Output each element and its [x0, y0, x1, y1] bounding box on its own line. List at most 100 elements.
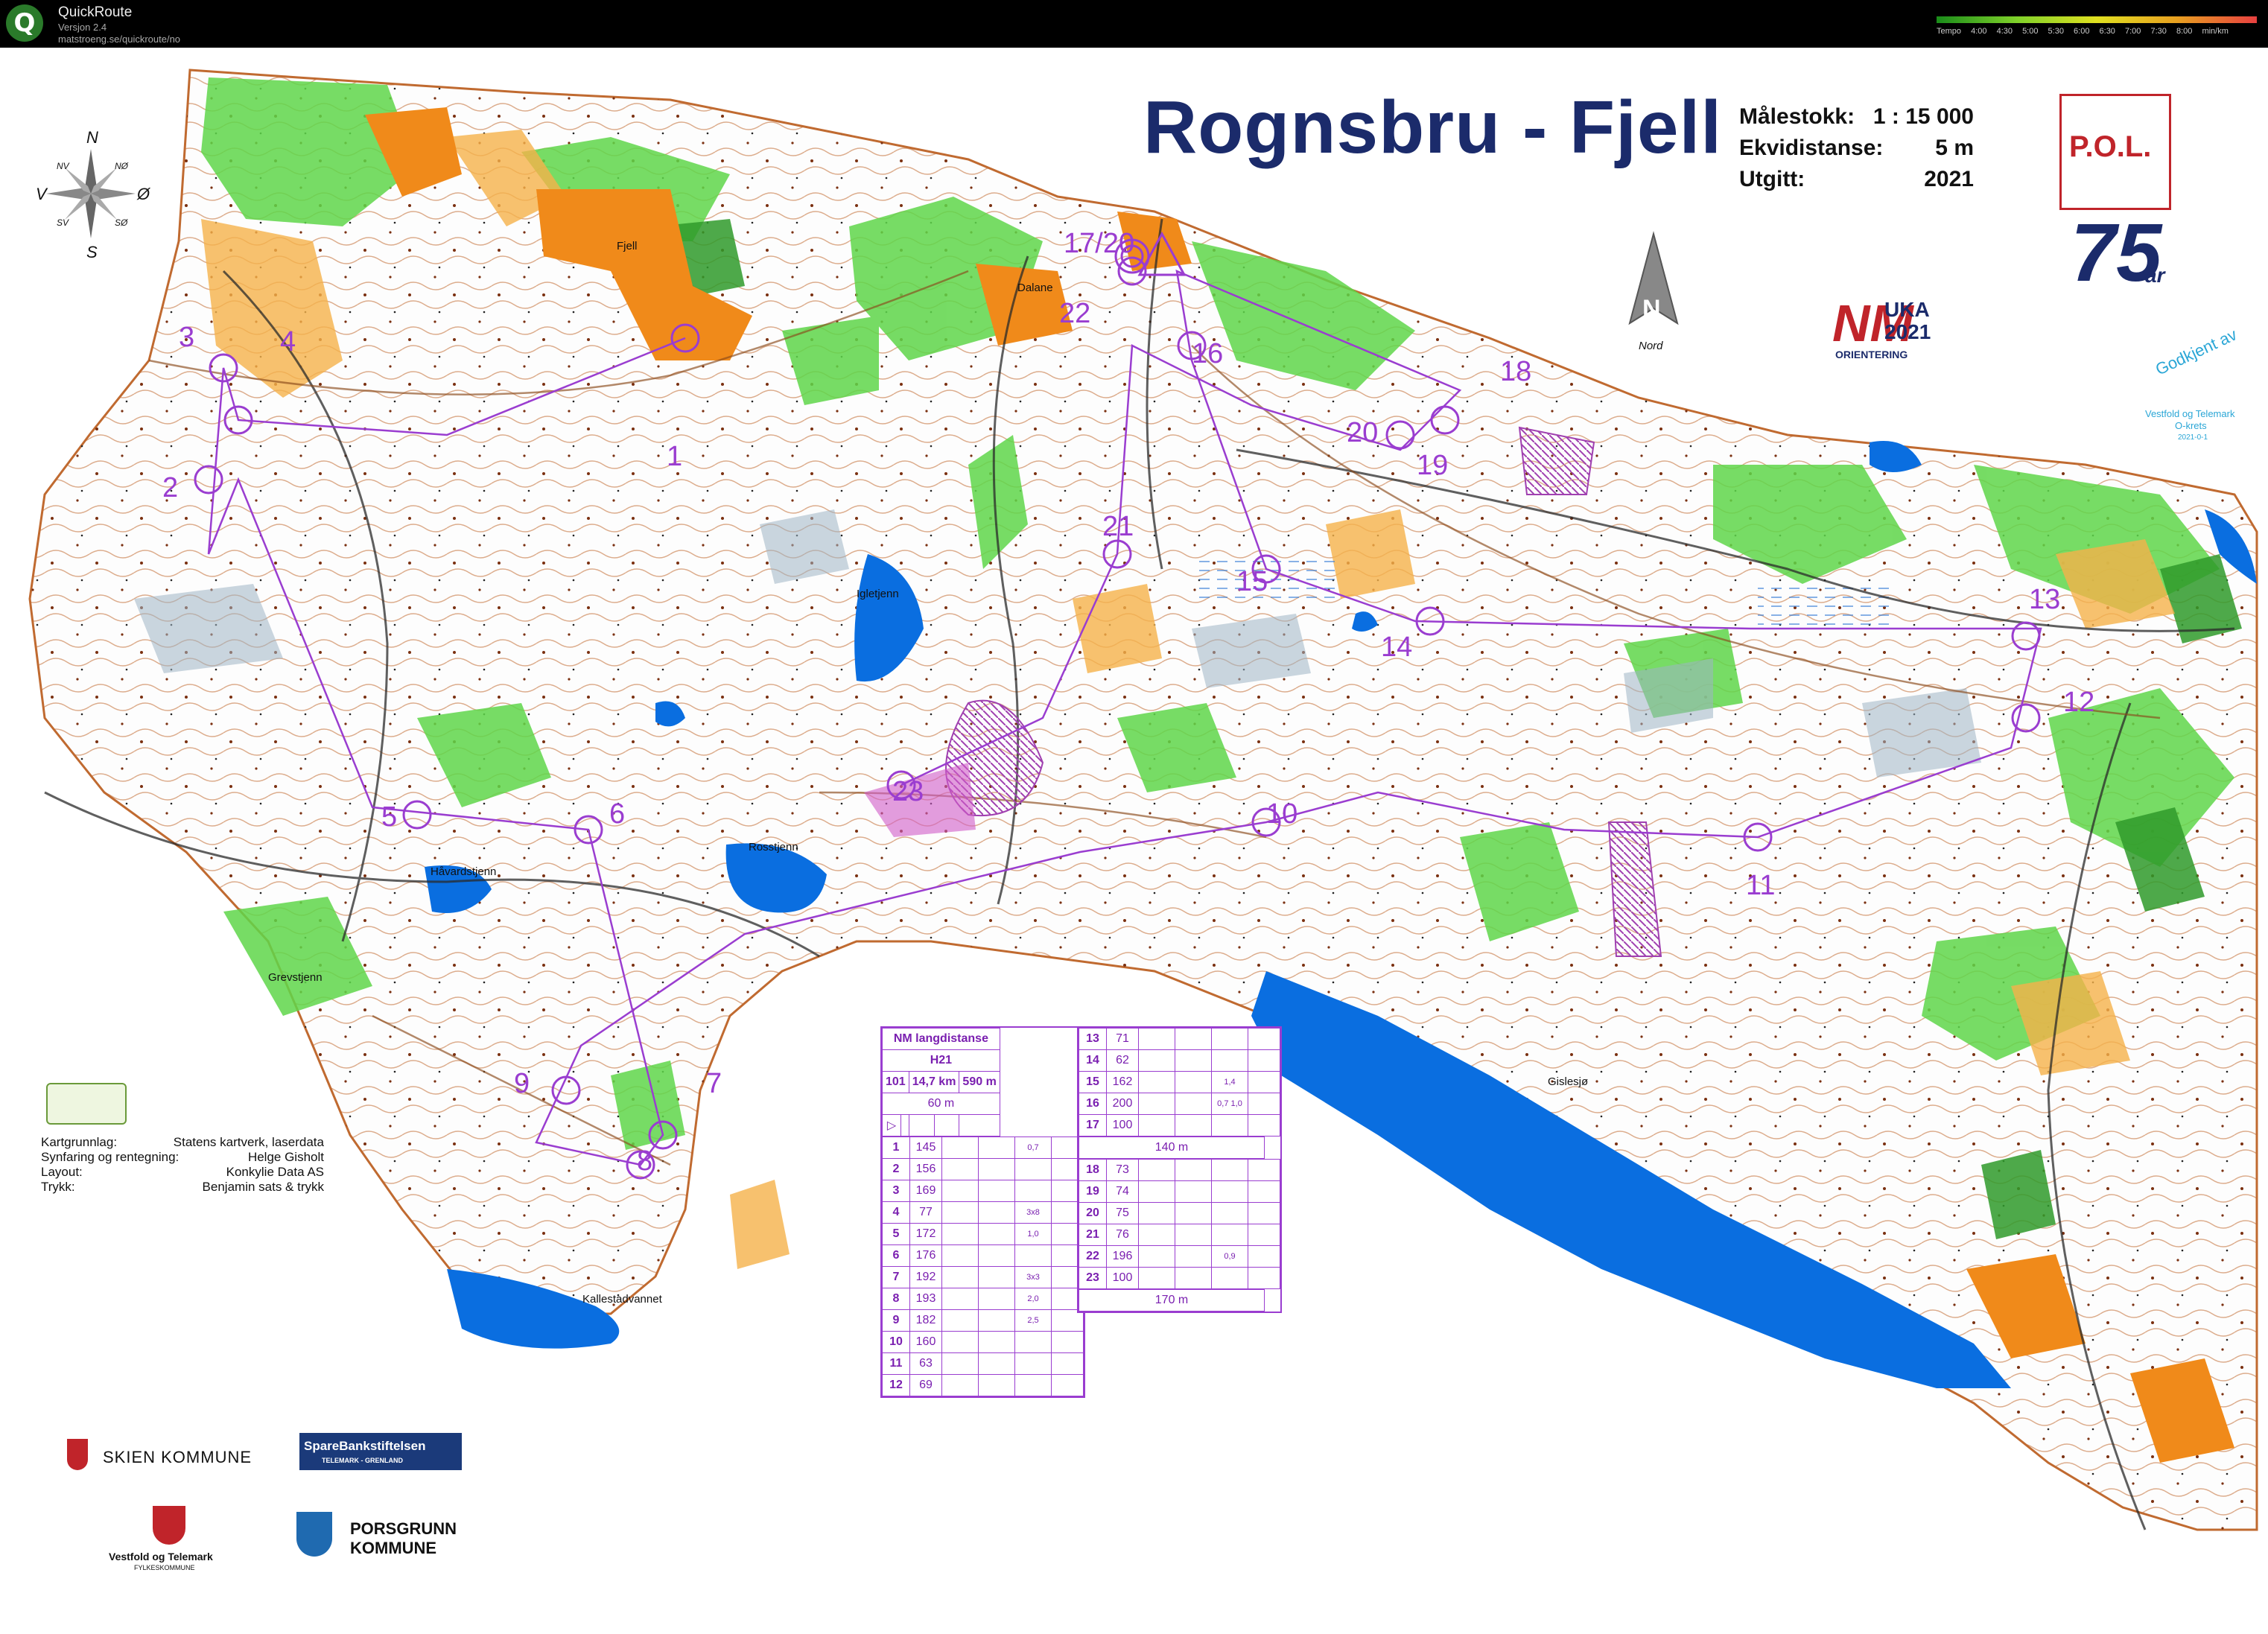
desc-control-code: 62 — [1106, 1049, 1139, 1072]
desc-control-seq: 18 — [1079, 1159, 1107, 1181]
desc-dimension: 2,0 — [1014, 1288, 1052, 1310]
desc-dimension — [1211, 1049, 1248, 1072]
desc-feature-cell — [941, 1352, 979, 1375]
desc-appearance-cell — [978, 1331, 1015, 1353]
control-number-3: 3 — [179, 322, 195, 353]
desc-control-seq: 13 — [1079, 1028, 1107, 1050]
map-terrain — [28, 69, 2258, 1531]
desc-appearance-cell — [978, 1266, 1015, 1288]
desc-appearance-cell — [1175, 1049, 1212, 1072]
desc-dimension: 1,4 — [1211, 1071, 1248, 1093]
desc-row: 14 62 — [1079, 1049, 1280, 1072]
scale-value: 1 : 15 000 — [1872, 104, 1974, 129]
desc-appearance-cell — [978, 1158, 1015, 1180]
compass-se-label: SØ — [115, 217, 128, 228]
tempo-tick: 5:30 — [2048, 27, 2064, 36]
sparebank-sub: TELEMARK - GRENLAND — [322, 1457, 403, 1464]
scale-label: Målestokk: — [1739, 104, 1855, 129]
desc-rows-left: 1 145 0,7 2 156 3 169 4 77 3x8 5 172 1,0 6 176 7 192 3x3 8… — [882, 1137, 1084, 1396]
map-metadata: Målestokk: 1 : 15 000 Ekvidistanse: 5 m Ut… — [1739, 101, 1974, 195]
desc-detail-cell — [1248, 1093, 1280, 1115]
desc-appearance-cell — [1175, 1180, 1212, 1203]
desc-dimension: 3x3 — [1014, 1266, 1052, 1288]
credit-key: Synfaring og rentegning: — [41, 1150, 180, 1164]
desc-control-code: 192 — [909, 1266, 942, 1288]
desc-control-seq: 21 — [1079, 1224, 1107, 1246]
control-descriptions-right: 13 71 14 62 15 162 1,4 16 200 0,7 1,0 17 100 140 m … — [1077, 1026, 1282, 1313]
desc-class: H21 — [882, 1049, 1000, 1072]
app-version: Versjon 2.4 — [58, 22, 107, 33]
desc-control-seq: 23 — [1079, 1267, 1107, 1289]
godkjent-code: 2021-0-1 — [2178, 433, 2208, 442]
desc-dimension: 0,7 — [1014, 1137, 1052, 1159]
desc-row: 11 63 — [882, 1352, 1084, 1375]
app-name: QuickRoute — [58, 4, 133, 20]
desc-dimension — [1211, 1159, 1248, 1181]
compass-nw-label: NV — [57, 161, 69, 171]
desc-feature-cell — [941, 1266, 979, 1288]
desc-detail-cell — [1248, 1267, 1280, 1289]
map-title: Rognsbru - Fjell — [1143, 86, 1723, 169]
desc-control-seq: 15 — [1079, 1071, 1107, 1093]
desc-dimension: 0,9 — [1211, 1245, 1248, 1268]
desc-appearance-cell — [1175, 1224, 1212, 1246]
porsgrunn-text-2: KOMMUNE — [350, 1539, 437, 1557]
tempo-tick: 5:00 — [2022, 27, 2039, 36]
start-triangle-icon: ▷ — [881, 1114, 902, 1137]
desc-row: 21 76 — [1079, 1224, 1280, 1246]
desc-feature-cell — [1138, 1049, 1175, 1072]
desc-control-seq: 17 — [1079, 1114, 1107, 1137]
desc-dimension — [1014, 1331, 1052, 1353]
desc-control-code: 63 — [909, 1352, 942, 1375]
tempo-color-bar — [1937, 16, 2257, 23]
desc-control-seq: 2 — [882, 1158, 910, 1180]
desc-dimension — [1014, 1180, 1052, 1202]
lake-label-igletjenn: Igletjenn — [857, 588, 899, 600]
desc-feature-cell — [1138, 1202, 1175, 1224]
control-number-10: 10 — [1266, 798, 1298, 830]
desc-control-seq: 19 — [1079, 1180, 1107, 1203]
desc-control-code: 156 — [909, 1158, 942, 1180]
vestfold-text: Vestfold og Telemark — [109, 1551, 213, 1563]
contour-value: 5 m — [1935, 136, 1974, 160]
desc-row: 23 100 — [1079, 1267, 1280, 1289]
desc-control-seq: 14 — [1079, 1049, 1107, 1072]
desc-control-code: 182 — [909, 1309, 942, 1332]
desc-feature-cell — [941, 1223, 979, 1245]
desc-control-code: 172 — [909, 1223, 942, 1245]
orienteering-map[interactable]: Rognsbru - Fjell Målestokk: 1 : 15 000 Ek… — [0, 48, 2268, 1634]
desc-feature-cell — [941, 1309, 979, 1332]
tempo-tick: 4:30 — [1996, 27, 2013, 36]
tempo-tick: 7:30 — [2150, 27, 2167, 36]
credit-value: Statens kartverk, laserdata — [173, 1135, 324, 1149]
control-number-23: 23 — [892, 776, 924, 807]
desc-feature-cell — [1138, 1028, 1175, 1050]
nm-orientering-text: ORIENTERING — [1835, 349, 1908, 360]
desc-appearance-cell — [978, 1244, 1015, 1267]
desc-control-code: 77 — [909, 1201, 942, 1224]
control-number-4: 4 — [280, 326, 296, 357]
quickroute-titlebar: Q QuickRoute Versjon 2.4 matstroeng.se/q… — [0, 0, 2268, 48]
vestfold-coat-of-arms-icon — [153, 1506, 185, 1545]
desc-control-seq: 20 — [1079, 1202, 1107, 1224]
control-number-1: 1 — [667, 441, 683, 472]
desc-event: NM langdistanse — [882, 1028, 1000, 1050]
desc-row: 19 74 — [1079, 1180, 1280, 1203]
vestfold-sub: FYLKESKOMMUNE — [134, 1564, 195, 1571]
desc-detail-cell — [1051, 1331, 1084, 1353]
desc-control-seq: 12 — [882, 1374, 910, 1396]
compass-east-label: Ø — [137, 185, 150, 203]
desc-dimension — [1014, 1352, 1052, 1375]
control-number-6: 6 — [609, 798, 626, 830]
quickroute-logo-icon: Q — [6, 4, 43, 42]
desc-control-code: 145 — [909, 1137, 942, 1159]
desc-control-seq: 11 — [882, 1352, 910, 1375]
lake-label-kallestadvannet: Kallestadvannet — [582, 1293, 662, 1306]
desc-control-code: 162 — [1106, 1071, 1139, 1093]
desc-dimension — [1211, 1202, 1248, 1224]
nm-year-text: 2021 — [1884, 320, 1931, 343]
control-number-14: 14 — [1381, 632, 1413, 663]
desc-finish-marking: 170 m — [1079, 1289, 1265, 1312]
desc-appearance-cell — [978, 1288, 1015, 1310]
desc-feature-cell — [1138, 1093, 1175, 1115]
